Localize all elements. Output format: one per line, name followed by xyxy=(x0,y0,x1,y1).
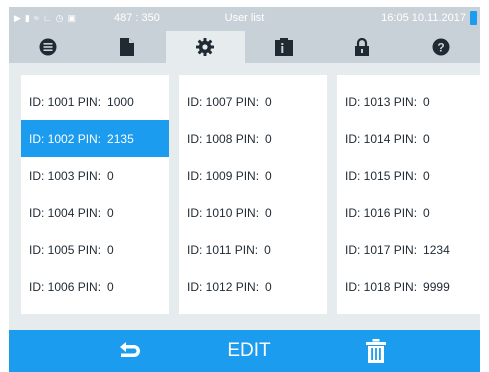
info-box-icon xyxy=(274,38,293,56)
back-button[interactable] xyxy=(113,339,147,363)
lock-icon xyxy=(355,38,370,56)
tab-bar: ? xyxy=(9,31,480,63)
user-row[interactable]: ID: 1015 PIN: 0 xyxy=(337,157,485,194)
user-id-label: ID: 1006 PIN: xyxy=(29,280,102,295)
user-row[interactable]: ID: 1011 PIN: 0 xyxy=(179,232,327,269)
status-indicator xyxy=(470,11,477,25)
user-id-label: ID: 1013 PIN: xyxy=(345,94,418,109)
user-id-label: ID: 1018 PIN: xyxy=(345,280,418,295)
tab-info[interactable] xyxy=(245,31,324,63)
trash-icon xyxy=(366,339,386,363)
user-row[interactable]: ID: 1012 PIN: 0 xyxy=(179,269,327,306)
tab-help[interactable]: ? xyxy=(402,31,481,63)
user-pin: 2135 xyxy=(107,131,134,146)
user-id-label: ID: 1011 PIN: xyxy=(187,243,259,258)
user-pin: 0 xyxy=(423,131,430,146)
user-pin: 0 xyxy=(264,243,271,258)
user-id-label: ID: 1008 PIN: xyxy=(187,131,260,146)
svg-text:?: ? xyxy=(437,41,444,55)
user-pin: 0 xyxy=(423,94,430,109)
user-row[interactable]: ID: 1004 PIN: 0 xyxy=(21,195,169,232)
user-row[interactable]: ID: 1001 PIN: 1000 xyxy=(21,83,169,120)
user-id-label: ID: 1012 PIN: xyxy=(187,280,260,295)
user-id-label: ID: 1007 PIN: xyxy=(187,94,260,109)
tab-settings[interactable] xyxy=(166,31,245,63)
user-column-3: ID: 1013 PIN: 0 ID: 1014 PIN: 0 ID: 1015 P… xyxy=(337,75,485,314)
user-pin: 0 xyxy=(423,168,430,183)
user-pin: 1000 xyxy=(107,94,134,109)
user-row[interactable]: ID: 1008 PIN: 0 xyxy=(179,120,327,157)
user-pin: 0 xyxy=(265,94,272,109)
user-row-selected[interactable]: ID: 1002 PIN: 2135 xyxy=(21,120,169,158)
tab-lock[interactable] xyxy=(323,31,402,63)
user-column-2: ID: 1007 PIN: 0 ID: 1008 PIN: 0 ID: 1009 P… xyxy=(179,75,327,314)
user-id-label: ID: 1009 PIN: xyxy=(187,168,260,183)
user-row[interactable]: ID: 1006 PIN: 0 xyxy=(21,269,169,306)
user-id-label: ID: 1002 PIN: xyxy=(29,131,102,146)
user-row[interactable]: ID: 1016 PIN: 0 xyxy=(337,195,485,232)
user-pin: 0 xyxy=(265,131,272,146)
tab-documents[interactable] xyxy=(88,31,167,63)
menu-icon xyxy=(39,38,57,56)
user-row[interactable]: ID: 1018 PIN: 9999 xyxy=(337,269,485,306)
user-pin: 0 xyxy=(423,206,430,221)
user-id-label: ID: 1016 PIN: xyxy=(345,206,418,221)
user-id-label: ID: 1005 PIN: xyxy=(29,243,102,258)
user-id-label: ID: 1003 PIN: xyxy=(29,168,102,183)
user-row[interactable]: ID: 1009 PIN: 0 xyxy=(179,157,327,194)
user-id-label: ID: 1004 PIN: xyxy=(29,206,102,221)
edit-button[interactable]: EDIT xyxy=(209,339,289,363)
user-pin: 0 xyxy=(107,168,114,183)
user-row[interactable]: ID: 1007 PIN: 0 xyxy=(179,83,327,120)
user-id-label: ID: 1017 PIN: xyxy=(345,243,418,258)
user-pin: 0 xyxy=(107,280,114,295)
user-pin: 0 xyxy=(107,243,114,258)
document-icon xyxy=(119,38,134,56)
user-pin: 0 xyxy=(107,206,114,221)
date-time: 16:05 10.11.2017 xyxy=(381,12,466,24)
user-row[interactable]: ID: 1010 PIN: 0 xyxy=(179,195,327,232)
user-id-label: ID: 1010 PIN: xyxy=(187,206,260,221)
user-pin: 0 xyxy=(265,206,272,221)
user-pin: 0 xyxy=(265,280,272,295)
delete-button[interactable] xyxy=(359,337,393,365)
user-row[interactable]: ID: 1005 PIN: 0 xyxy=(21,232,169,269)
user-pin: 1234 xyxy=(423,243,450,258)
user-id-label: ID: 1015 PIN: xyxy=(345,168,418,183)
gear-icon xyxy=(196,38,215,56)
action-bar: EDIT xyxy=(9,330,480,372)
status-bar: ▶ ▮ ≈ ∟ ◷ ▣ 487 : 350 User list 16:05 10… xyxy=(9,7,480,31)
back-arrow-icon xyxy=(120,342,140,357)
user-row[interactable]: ID: 1014 PIN: 0 xyxy=(337,120,485,157)
tab-menu[interactable] xyxy=(9,31,88,63)
user-pin: 9999 xyxy=(423,280,450,295)
user-row[interactable]: ID: 1017 PIN: 1234 xyxy=(337,232,485,269)
help-icon: ? xyxy=(432,38,450,56)
user-column-1: ID: 1001 PIN: 1000 ID: 1002 PIN: 2135 ID: … xyxy=(21,75,169,314)
user-row[interactable]: ID: 1013 PIN: 0 xyxy=(337,83,485,120)
user-id-label: ID: 1014 PIN: xyxy=(345,131,418,146)
user-row[interactable]: ID: 1003 PIN: 0 xyxy=(21,157,169,194)
user-list-panel: ID: 1001 PIN: 1000 ID: 1002 PIN: 2135 ID: … xyxy=(9,63,485,330)
user-pin: 0 xyxy=(265,168,272,183)
user-id-label: ID: 1001 PIN: xyxy=(29,94,102,109)
